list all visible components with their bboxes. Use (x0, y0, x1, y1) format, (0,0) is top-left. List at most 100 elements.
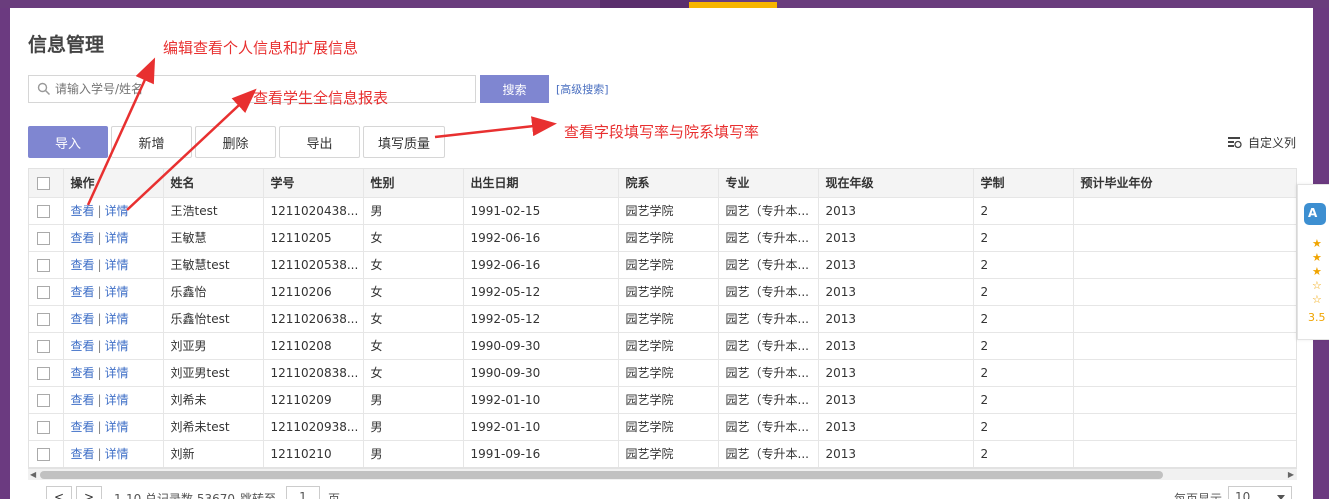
column-header[interactable]: 姓名 (163, 169, 264, 198)
view-link[interactable]: 查看 (71, 366, 95, 380)
row-checkbox[interactable] (37, 420, 50, 434)
row-actions: 查看 | 详情 (63, 224, 164, 252)
detail-link[interactable]: 详情 (105, 231, 129, 245)
view-link[interactable]: 查看 (71, 447, 95, 461)
column-header[interactable]: 现在年级 (818, 169, 974, 198)
table-row[interactable]: 查看 | 详情 刘希未test 1211020938... 男 1992-01-10 园艺学院… (29, 413, 1296, 441)
add-button[interactable]: 新增 (111, 126, 192, 158)
rating-stars: ★ ★ ★ ☆ ☆ (1312, 237, 1322, 307)
column-header[interactable]: 专业 (718, 169, 819, 198)
cell-name: 王浩test (163, 197, 264, 225)
delete-button[interactable]: 删除 (195, 126, 276, 158)
row-checkbox[interactable] (37, 339, 50, 353)
view-link[interactable]: 查看 (71, 339, 95, 353)
table-row[interactable]: 查看 | 详情 刘亚男test 1211020838... 女 1990-09-30 园艺学院… (29, 359, 1296, 387)
detail-link[interactable]: 详情 (105, 393, 129, 407)
row-actions: 查看 | 详情 (63, 332, 164, 360)
row-actions: 查看 | 详情 (63, 359, 164, 387)
scrollbar-thumb[interactable] (40, 471, 1163, 479)
column-header[interactable]: 学制 (973, 169, 1074, 198)
column-header[interactable]: 操作 (63, 169, 164, 198)
view-link[interactable]: 查看 (71, 312, 95, 326)
cell-id: 12110206 (263, 278, 364, 306)
detail-link[interactable]: 详情 (105, 447, 129, 461)
student-table: 操作 姓名 学号 性别 出生日期 院系 专业 现在年级 学制 预计毕业年份 查看… (28, 168, 1297, 468)
view-link[interactable]: 查看 (71, 204, 95, 218)
row-checkbox[interactable] (37, 366, 50, 380)
page-size-value: 10 (1235, 490, 1251, 499)
detail-link[interactable]: 详情 (105, 339, 129, 353)
advanced-search-link[interactable]: [高级搜索] (556, 81, 609, 97)
view-link[interactable]: 查看 (71, 258, 95, 272)
view-link[interactable]: 查看 (71, 285, 95, 299)
view-link[interactable]: 查看 (71, 420, 95, 434)
scroll-left-arrow-icon[interactable]: ◀ (30, 470, 36, 479)
table-row[interactable]: 查看 | 详情 刘希未 12110209 男 1992-01-10 园艺学院 园艺（专升本...… (29, 386, 1296, 414)
cell-grade: 2013 (818, 386, 974, 414)
cell-grade: 2013 (818, 224, 974, 252)
table-row[interactable]: 查看 | 详情 王浩test 1211020438... 男 1991-02-15 园艺学院园… (29, 197, 1296, 225)
cell-grad (1073, 251, 1296, 279)
row-checkbox[interactable] (37, 285, 50, 299)
cell-gender: 女 (363, 278, 464, 306)
export-button[interactable]: 导出 (279, 126, 360, 158)
cell-dept: 园艺学院 (618, 305, 719, 333)
row-checkbox[interactable] (37, 312, 50, 326)
custom-columns-button[interactable]: 自定义列 (1228, 134, 1296, 151)
row-checkbox[interactable] (37, 393, 50, 407)
page-size-select[interactable]: 10 (1228, 486, 1292, 499)
view-link[interactable]: 查看 (71, 231, 95, 245)
table-row[interactable]: 查看 | 详情 刘新 12110210 男 1991-09-16 园艺学院 园艺（专升本... 2… (29, 440, 1296, 467)
view-link[interactable]: 查看 (71, 393, 95, 407)
column-header[interactable]: 出生日期 (463, 169, 619, 198)
scroll-right-arrow-icon[interactable]: ▶ (1288, 470, 1294, 479)
page-number-input[interactable]: 1 (286, 486, 320, 499)
annotation-report-note: 查看学生全信息报表 (253, 89, 389, 107)
detail-link[interactable]: 详情 (105, 312, 129, 326)
nav-tab-dark[interactable] (600, 0, 690, 8)
table-row[interactable]: 查看 | 详情 王敏慧 12110205 女 1992-06-16 园艺学院 园艺（专升本...… (29, 224, 1296, 252)
action-separator: | (97, 420, 102, 434)
cell-birth: 1992-01-10 (463, 386, 619, 414)
row-actions: 查看 | 详情 (63, 440, 164, 467)
column-header[interactable]: 学号 (263, 169, 364, 198)
top-navigation-bar (0, 0, 1329, 8)
column-header[interactable]: 性别 (363, 169, 464, 198)
table-row[interactable]: 查看 | 详情 刘亚男 12110208 女 1990-09-30 园艺学院 园艺（专升本...… (29, 332, 1296, 360)
table-row[interactable]: 查看 | 详情 乐鑫怡test 1211020638... 女 1992-05-12 园艺学院… (29, 305, 1296, 333)
detail-link[interactable]: 详情 (105, 285, 129, 299)
search-button[interactable]: 搜索 (480, 75, 549, 103)
cell-grade: 2013 (818, 305, 974, 333)
action-separator: | (97, 312, 102, 326)
prev-page-button[interactable]: < (46, 486, 72, 499)
rating-widget[interactable]: A ★ ★ ★ ☆ ☆ 3.5 (1297, 184, 1329, 340)
cell-grade: 2013 (818, 197, 974, 225)
table-row[interactable]: 查看 | 详情 乐鑫怡 12110206 女 1992-05-12 园艺学院 园艺（专升本...… (29, 278, 1296, 306)
column-header[interactable]: 预计毕业年份 (1073, 169, 1296, 198)
fill-quality-button[interactable]: 填写质量 (363, 126, 445, 158)
row-checkbox[interactable] (37, 204, 50, 218)
cell-gender: 女 (363, 359, 464, 387)
row-checkbox[interactable] (37, 258, 50, 272)
detail-link[interactable]: 详情 (105, 258, 129, 272)
select-all-checkbox[interactable] (37, 176, 50, 190)
cell-dept: 园艺学院 (618, 386, 719, 414)
import-button[interactable]: 导入 (28, 126, 108, 158)
search-box[interactable] (28, 75, 476, 103)
detail-link[interactable]: 详情 (105, 420, 129, 434)
column-header[interactable]: 院系 (618, 169, 719, 198)
cell-id: 12110208 (263, 332, 364, 360)
row-checkbox[interactable] (37, 447, 50, 461)
detail-link[interactable]: 详情 (105, 366, 129, 380)
row-checkbox[interactable] (37, 231, 50, 245)
table-row[interactable]: 查看 | 详情 王敏慧test 1211020538... 女 1992-06-16 园艺学院… (29, 251, 1296, 279)
row-actions: 查看 | 详情 (63, 251, 164, 279)
jump-label: 跳转至 (240, 492, 277, 499)
horizontal-scrollbar[interactable]: ◀ ▶ (28, 468, 1297, 480)
cell-birth: 1992-01-10 (463, 413, 619, 441)
next-page-button[interactable]: > (76, 486, 102, 499)
cell-grade: 2013 (818, 413, 974, 441)
cell-grad (1073, 197, 1296, 225)
cell-dept: 园艺学院 (618, 251, 719, 279)
detail-link[interactable]: 详情 (105, 204, 129, 218)
